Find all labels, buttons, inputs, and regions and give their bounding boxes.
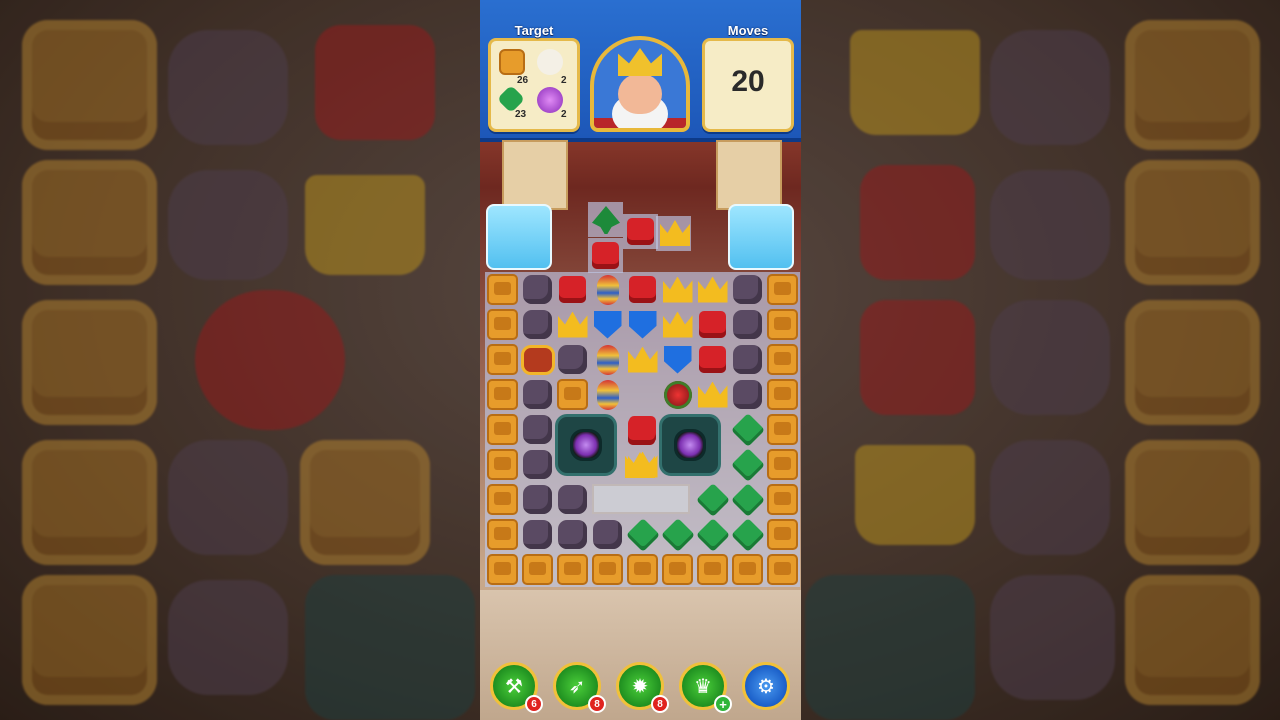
gear-booster-button[interactable]: ⚙ [742,662,790,710]
crate-piece[interactable] [557,379,588,410]
crate-piece[interactable] [487,309,518,340]
arrow-booster-button[interactable]: ➶ 8 [553,662,606,713]
crate-piece[interactable] [487,484,518,515]
crate-piece[interactable] [487,414,518,445]
red-block-piece[interactable] [629,276,656,303]
lantern-piece[interactable] [596,379,619,410]
moves-panel: Moves 20 [702,23,794,132]
crate-icon [499,49,525,75]
crown-icon [618,48,662,76]
crate-piece[interactable] [767,309,798,340]
board-cell [660,482,695,517]
crate-piece[interactable] [487,379,518,410]
rock-piece[interactable] [523,310,552,339]
palace-pillar-left [502,140,568,210]
board-cell [625,482,660,517]
crate-piece[interactable] [767,379,798,410]
hammer-booster-button[interactable]: ⚒ 6 [490,662,543,713]
target-count-gem: 23 [515,109,527,120]
crate-piece[interactable] [557,554,588,585]
crate-piece[interactable] [767,449,798,480]
lantern-piece[interactable] [596,274,619,305]
rock-piece[interactable] [558,345,587,374]
rock-piece[interactable] [523,275,552,304]
arrow-icon: ➶ [568,675,586,698]
purple-orb-icon [674,429,706,461]
cannon-piece[interactable] [659,414,721,476]
rock-piece[interactable] [523,415,552,444]
hammer-icon: ⚒ [505,675,523,698]
booster-count-badge: 8 [651,695,669,713]
rock-piece[interactable] [558,520,587,549]
crate-piece[interactable] [767,344,798,375]
rock-piece[interactable] [523,380,552,409]
rock-piece[interactable] [733,275,762,304]
crate-piece[interactable] [662,554,693,585]
target-panel: Target 26 2 23 2 [488,23,580,132]
crate-piece[interactable] [732,554,763,585]
crate-piece[interactable] [487,519,518,550]
rock-piece[interactable] [593,520,622,549]
purple-orb-icon [537,87,563,113]
red-block-piece[interactable] [699,346,726,373]
crate-piece[interactable] [627,554,658,585]
cannon-booster-button[interactable]: ✹ 8 [616,662,669,713]
crate-piece[interactable] [767,274,798,305]
crate-piece[interactable] [767,554,798,585]
crate-piece[interactable] [487,554,518,585]
jester-hat-icon: ♛ [694,675,712,698]
rock-piece[interactable] [523,520,552,549]
crate-piece[interactable] [767,414,798,445]
board-cell [590,482,625,517]
target-count-orb: 2 [561,109,567,120]
red-block-piece[interactable] [628,418,655,445]
booster-count-badge: 8 [588,695,606,713]
board-cell [625,377,660,412]
ice-block-piece[interactable] [728,204,794,270]
crate-piece[interactable] [487,449,518,480]
rock-piece[interactable] [733,345,762,374]
moves-title: Moves [727,23,769,38]
red-block-piece[interactable] [559,276,586,303]
tnt-piece[interactable] [520,344,555,375]
crate-piece[interactable] [487,274,518,305]
crate-piece[interactable] [487,344,518,375]
rock-piece[interactable] [733,380,762,409]
top-hud: Target 26 2 23 2 Moves 20 [480,0,801,142]
red-block-piece[interactable] [627,218,654,245]
red-block-piece[interactable] [699,311,726,338]
crate-piece[interactable] [767,519,798,550]
crate-piece[interactable] [592,554,623,585]
target-count-crate: 26 [517,75,529,86]
rock-piece[interactable] [523,485,552,514]
purple-orb-icon [570,429,602,461]
polar-bear-icon [537,49,563,75]
booster-count-badge: + [714,695,732,713]
lantern-piece[interactable] [596,344,619,375]
cannon-icon: ✹ [631,675,649,698]
crate-piece[interactable] [697,554,728,585]
king-avatar [590,36,690,132]
crate-piece[interactable] [767,484,798,515]
palace-pillar-right [716,140,782,210]
moves-counter: 20 [731,65,765,98]
target-title: Target [514,23,554,38]
red-block-piece[interactable] [592,242,619,269]
cannon-piece[interactable] [555,414,617,476]
rock-piece[interactable] [558,485,587,514]
rock-piece[interactable] [523,450,552,479]
crate-piece[interactable] [522,554,553,585]
jester-hat-booster-button[interactable]: ♛ + [679,662,732,713]
ice-block-piece[interactable] [486,204,552,270]
ball-piece[interactable] [663,380,692,409]
rock-piece[interactable] [733,310,762,339]
target-count-bear: 2 [561,75,567,86]
booster-count-badge: 6 [525,695,543,713]
gear-icon: ⚙ [757,675,775,698]
